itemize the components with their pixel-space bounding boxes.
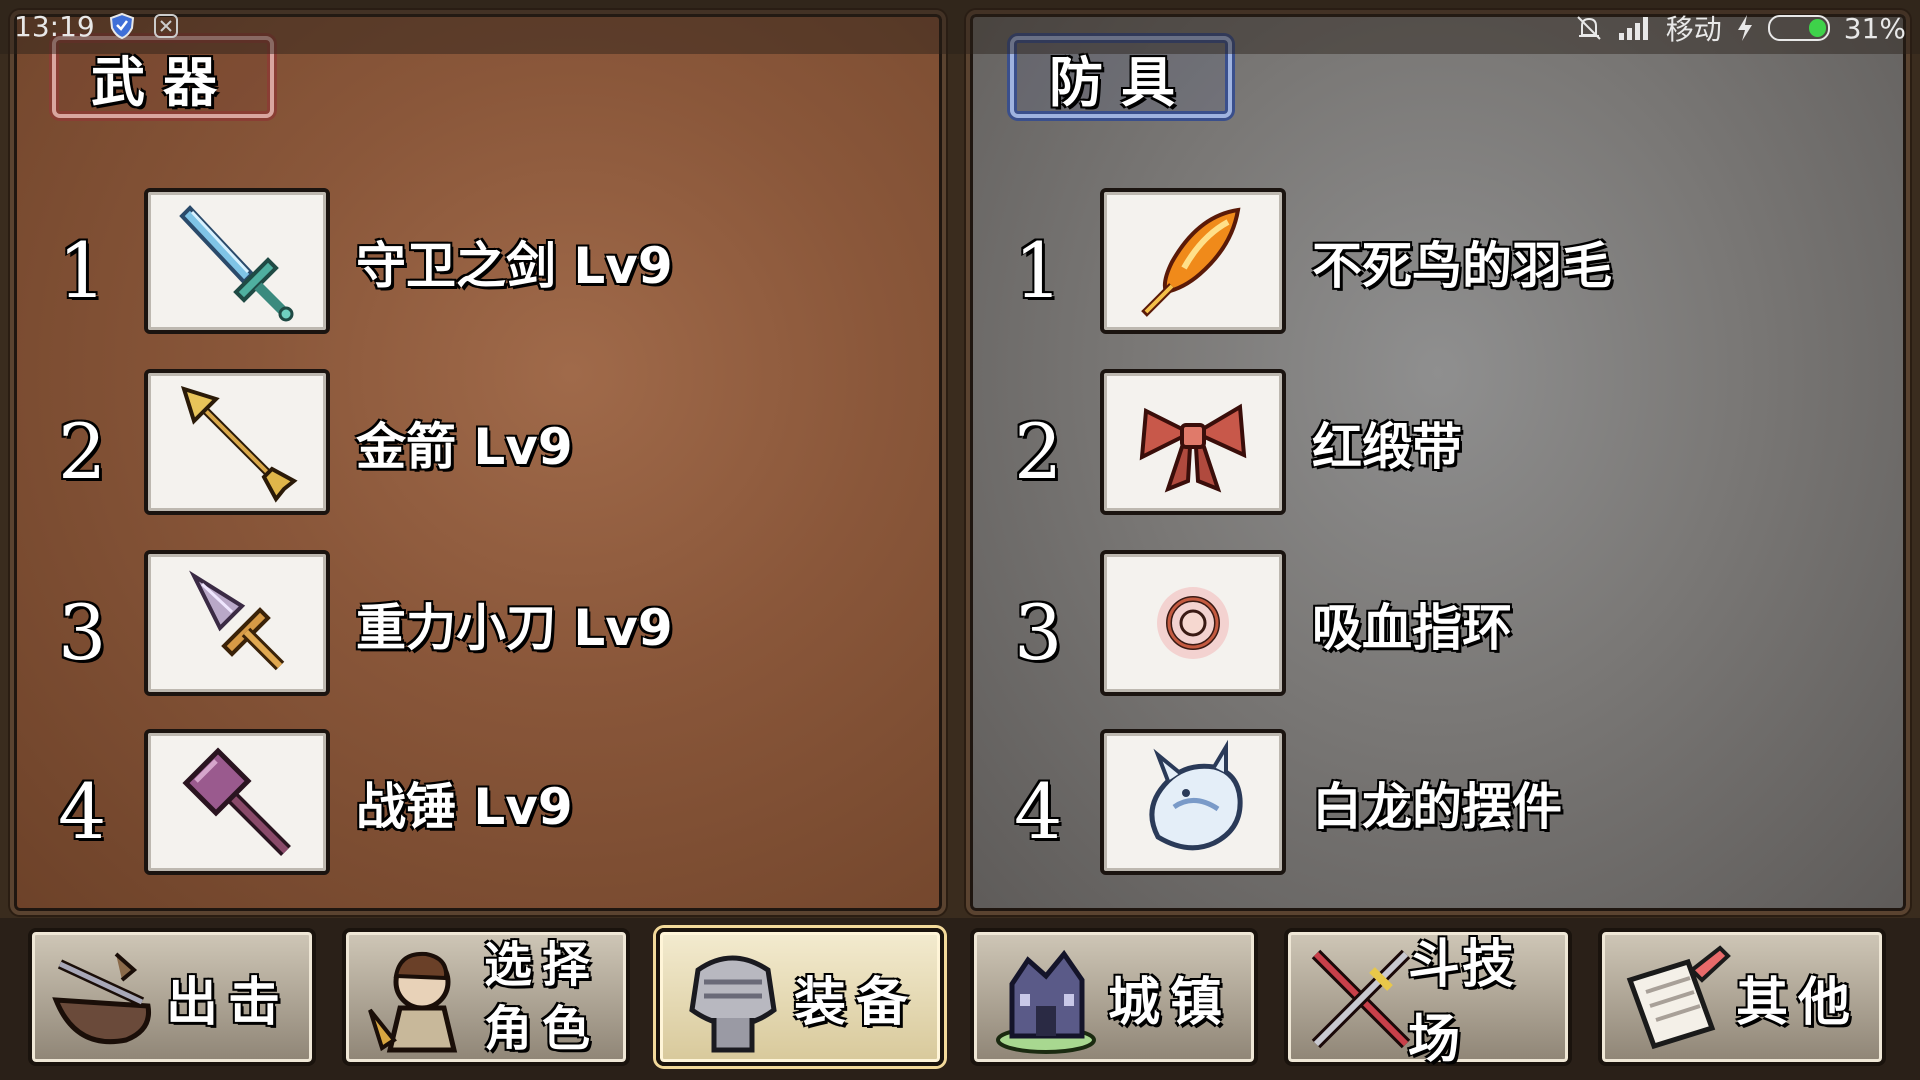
status-bar: 13:19 移动 31% bbox=[0, 0, 1920, 54]
armor-name: 白龙的摆件 bbox=[1312, 778, 1562, 836]
town-icon bbox=[996, 949, 1096, 1054]
sortie-icon bbox=[52, 952, 152, 1045]
armor-name: 红缎带 bbox=[1312, 418, 1462, 476]
arrow-icon bbox=[180, 385, 298, 503]
slot-number: 3 bbox=[1014, 588, 1063, 677]
nav-label-line2: 角色 bbox=[483, 1001, 600, 1057]
other-icon bbox=[1626, 945, 1731, 1050]
nav-sortie-button[interactable]: 出击 bbox=[28, 928, 316, 1066]
nav-label: 其他 bbox=[1735, 972, 1860, 1033]
item-box[interactable] bbox=[144, 550, 330, 696]
armor-slot-4[interactable]: 4 白龙的摆件 bbox=[970, 729, 1906, 879]
slot-number: 1 bbox=[58, 226, 107, 315]
nav-label: 城镇 bbox=[1107, 972, 1232, 1033]
carrier-label: 移动 bbox=[1665, 13, 1722, 46]
weapon-name: 金箭 Lv9 bbox=[356, 418, 573, 476]
hammer-icon bbox=[182, 747, 291, 856]
ring-icon bbox=[1157, 587, 1229, 659]
armor-panel: 防具 1 不死鸟的羽毛 2 红缎带 3 吸血指环 4 白龙的摆件 bbox=[966, 10, 1910, 915]
armor-name: 不死鸟的羽毛 bbox=[1312, 237, 1612, 295]
armor-slot-1[interactable]: 1 不死鸟的羽毛 bbox=[970, 188, 1906, 338]
slot-number: 2 bbox=[1014, 407, 1063, 496]
item-box[interactable] bbox=[1100, 369, 1286, 515]
battery-percent: 31% bbox=[1843, 11, 1906, 45]
nav-select-character-button[interactable]: 选择 角色 bbox=[342, 928, 630, 1066]
slot-number: 2 bbox=[58, 407, 107, 496]
armor-slot-2[interactable]: 2 红缎带 bbox=[970, 369, 1906, 519]
signal-icon bbox=[1618, 17, 1648, 40]
weapon-name: 重力小刀 Lv9 bbox=[356, 599, 673, 657]
nav-label: 出击 bbox=[165, 972, 290, 1033]
slot-number: 3 bbox=[58, 588, 107, 677]
weapon-slot-2[interactable]: 2 金箭 Lv9 bbox=[14, 369, 942, 519]
dagger-icon bbox=[189, 570, 285, 671]
white-dragon-icon bbox=[1149, 739, 1243, 851]
character-icon bbox=[368, 951, 458, 1053]
weapon-slot-4[interactable]: 4 战锤 Lv9 bbox=[14, 729, 942, 879]
app-notification-icon bbox=[154, 14, 178, 38]
slot-number: 4 bbox=[1014, 767, 1063, 856]
armor-slot-3[interactable]: 3 吸血指环 bbox=[970, 550, 1906, 700]
armor-name: 吸血指环 bbox=[1312, 599, 1512, 657]
weapon-slot-3[interactable]: 3 重力小刀 Lv9 bbox=[14, 550, 942, 700]
nav-label: 装备 bbox=[793, 972, 918, 1033]
shield-icon bbox=[109, 12, 135, 40]
item-box[interactable] bbox=[144, 188, 330, 334]
item-box[interactable] bbox=[1100, 188, 1286, 334]
charging-icon bbox=[1737, 15, 1752, 41]
armor-icon bbox=[689, 955, 777, 1053]
item-box[interactable] bbox=[144, 729, 330, 875]
item-box[interactable] bbox=[1100, 550, 1286, 696]
mute-bell-icon bbox=[1577, 16, 1601, 40]
red-ribbon-icon bbox=[1139, 403, 1247, 493]
sword-icon bbox=[179, 205, 294, 322]
slot-number: 1 bbox=[1014, 226, 1063, 315]
bottom-nav: 出击 选择 角色 装备 城镇 斗技场 其他 bbox=[0, 918, 1920, 1080]
nav-other-button[interactable]: 其他 bbox=[1598, 928, 1886, 1066]
nav-label: 斗技场 bbox=[1408, 935, 1517, 1070]
phoenix-feather-icon bbox=[1141, 207, 1241, 317]
weapon-name: 守卫之剑 Lv9 bbox=[356, 237, 673, 295]
nav-arena-button[interactable]: 斗技场 bbox=[1284, 928, 1572, 1070]
arena-icon bbox=[1311, 949, 1411, 1049]
item-box[interactable] bbox=[144, 369, 330, 515]
nav-label: 选择 角色 bbox=[466, 932, 618, 1062]
weapon-slot-1[interactable]: 1 守卫之剑 Lv9 bbox=[14, 188, 942, 338]
nav-label-line1: 选择 bbox=[483, 937, 600, 993]
nav-town-button[interactable]: 城镇 bbox=[970, 928, 1258, 1066]
slot-number: 4 bbox=[58, 767, 107, 856]
nav-equipment-button[interactable]: 装备 bbox=[656, 928, 944, 1066]
weapon-name: 战锤 Lv9 bbox=[356, 778, 573, 836]
battery-icon bbox=[1767, 15, 1830, 41]
item-box[interactable] bbox=[1100, 729, 1286, 875]
status-time: 13:19 bbox=[14, 10, 95, 43]
weapons-panel: 武器 1 守卫之剑 Lv9 2 金箭 Lv9 3 重力小刀 Lv9 4 战锤 L… bbox=[10, 10, 946, 915]
